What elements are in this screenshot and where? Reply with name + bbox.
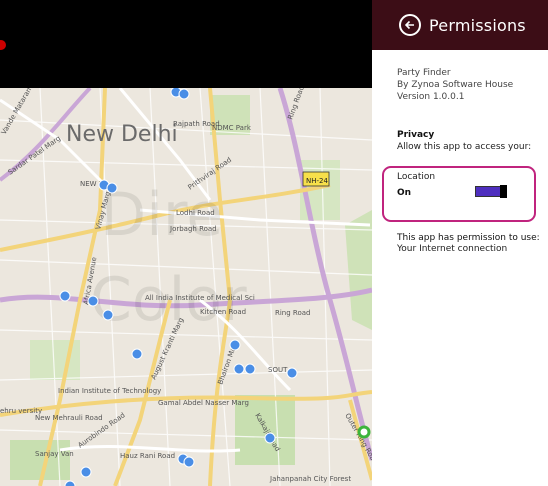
road-label: Sardar Patel Marg [7,134,63,176]
location-toggle[interactable] [475,185,507,198]
place-label: Sanjay Van [35,450,74,458]
flyout-title: Permissions [429,15,526,35]
map-pin-icon[interactable] [80,466,92,478]
road-label: Hauz Rani Road [120,452,175,460]
map-view[interactable]: Dire Color New Delhi Rajpath Road NDMC P… [0,0,372,486]
road-label: Ring Road [275,309,310,317]
map-pin-icon[interactable] [102,309,114,321]
map-pin-icon[interactable] [264,432,276,444]
map-pin-icon[interactable] [233,363,245,375]
back-arrow-circle-icon[interactable] [399,14,421,36]
park-area [345,210,372,330]
app-version: Version 1.0.0.1 [397,92,465,102]
app-author: By Zynoa Software House [397,80,514,90]
map-pin-icon[interactable] [286,367,298,379]
privacy-description: Allow this app to access your: [397,142,532,152]
location-state: On [397,188,412,198]
map-pin-icon[interactable] [229,339,241,351]
privacy-heading: Privacy [397,130,435,140]
road-label: Lodhi Road [176,209,215,217]
back-edge-icon[interactable] [0,40,6,50]
permission-item: Your Internet connection [397,244,508,254]
map-pin-icon[interactable] [59,290,71,302]
place-label: Indian Institute of Technology [58,387,161,395]
toggle-thumb[interactable] [500,185,507,198]
my-location-icon[interactable] [357,425,371,439]
road-label: Kitchen Road [200,308,246,316]
road-label: Ring Road [286,85,306,121]
place-label: SOUT [268,366,288,374]
highway-shield-label: NH-24 [306,177,328,185]
place-label: All India Institute of Medical Sci [145,294,255,302]
app-name: Party Finder [397,68,451,78]
map-pin-icon[interactable] [106,182,118,194]
road-label: NDMC Park [212,124,252,132]
map-pin-icon[interactable] [64,480,76,486]
location-label: Location [397,172,436,182]
map-pin-icon[interactable] [178,88,190,100]
map-pin-icon[interactable] [131,348,143,360]
road-label: Gamal Abdel Nasser Marg [158,399,249,407]
road-label: Jorbagh Road [169,225,217,233]
road-label: New Mehrauli Road [35,414,103,422]
park-area [10,440,70,480]
flyout-header: Permissions [372,0,548,50]
app-top-bar [0,0,372,88]
map-pin-icon[interactable] [87,295,99,307]
map-pin-icon[interactable] [183,456,195,468]
place-label: Jahanpanah City Forest [269,475,351,483]
city-label: New Delhi [66,122,178,147]
map-pin-icon[interactable] [244,363,256,375]
